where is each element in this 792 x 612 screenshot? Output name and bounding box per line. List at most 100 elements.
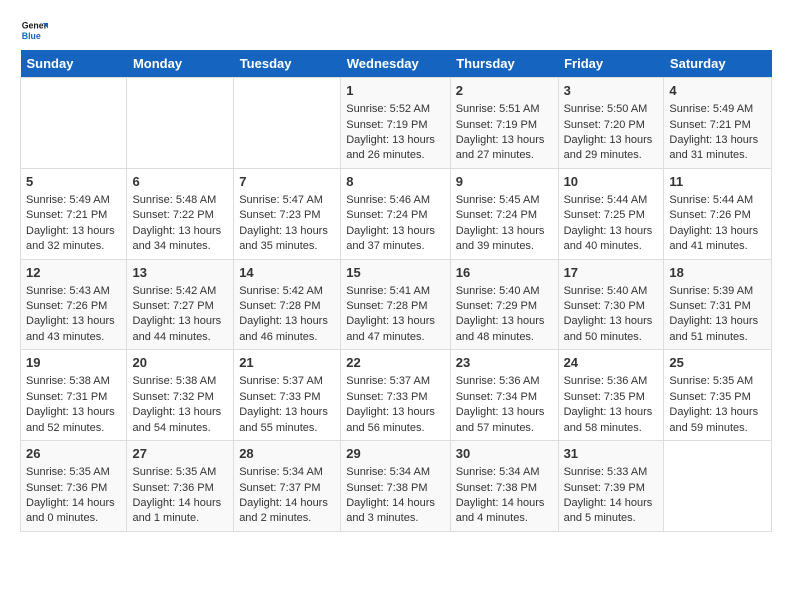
calendar-cell: 16Sunrise: 5:40 AMSunset: 7:29 PMDayligh…	[450, 259, 558, 350]
day-number: 12	[26, 264, 121, 282]
calendar-cell: 19Sunrise: 5:38 AMSunset: 7:31 PMDayligh…	[21, 350, 127, 441]
logo: General Blue	[20, 16, 48, 44]
cell-content: Daylight: 13 hours and 59 minutes.	[669, 405, 766, 436]
day-number: 4	[669, 82, 766, 100]
calendar-cell: 18Sunrise: 5:39 AMSunset: 7:31 PMDayligh…	[664, 259, 772, 350]
calendar-cell: 31Sunrise: 5:33 AMSunset: 7:39 PMDayligh…	[558, 441, 664, 532]
cell-content: Sunset: 7:33 PM	[346, 390, 444, 405]
cell-content: Sunset: 7:26 PM	[669, 208, 766, 223]
cell-content: Daylight: 13 hours and 39 minutes.	[456, 224, 553, 255]
cell-content: Sunset: 7:35 PM	[564, 390, 659, 405]
calendar-cell: 7Sunrise: 5:47 AMSunset: 7:23 PMDaylight…	[234, 168, 341, 259]
day-number: 23	[456, 354, 553, 372]
cell-content: Daylight: 14 hours and 3 minutes.	[346, 496, 444, 527]
calendar-cell: 23Sunrise: 5:36 AMSunset: 7:34 PMDayligh…	[450, 350, 558, 441]
cell-content: Daylight: 13 hours and 56 minutes.	[346, 405, 444, 436]
cell-content: Daylight: 13 hours and 43 minutes.	[26, 314, 121, 345]
calendar-cell: 4Sunrise: 5:49 AMSunset: 7:21 PMDaylight…	[664, 78, 772, 169]
cell-content: Sunset: 7:24 PM	[346, 208, 444, 223]
calendar-table: SundayMondayTuesdayWednesdayThursdayFrid…	[20, 50, 772, 532]
calendar-cell: 6Sunrise: 5:48 AMSunset: 7:22 PMDaylight…	[127, 168, 234, 259]
svg-text:Blue: Blue	[22, 31, 41, 41]
cell-content: Sunrise: 5:35 AM	[669, 374, 766, 389]
calendar-cell: 28Sunrise: 5:34 AMSunset: 7:37 PMDayligh…	[234, 441, 341, 532]
logo-icon: General Blue	[20, 16, 48, 44]
cell-content: Sunrise: 5:33 AM	[564, 465, 659, 480]
cell-content: Sunrise: 5:49 AM	[26, 193, 121, 208]
cell-content: Daylight: 13 hours and 55 minutes.	[239, 405, 335, 436]
day-number: 21	[239, 354, 335, 372]
cell-content: Sunrise: 5:44 AM	[669, 193, 766, 208]
cell-content: Sunset: 7:24 PM	[456, 208, 553, 223]
cell-content: Sunset: 7:38 PM	[346, 481, 444, 496]
cell-content: Daylight: 13 hours and 29 minutes.	[564, 133, 659, 164]
day-number: 15	[346, 264, 444, 282]
calendar-cell: 21 Sunrise: 5:37 AMSunset: 7:33 PMDayligh…	[234, 350, 341, 441]
calendar-cell	[664, 441, 772, 532]
day-number: 28	[239, 445, 335, 463]
svg-text:General: General	[22, 20, 48, 30]
calendar-cell: 2Sunrise: 5:51 AMSunset: 7:19 PMDaylight…	[450, 78, 558, 169]
day-number: 5	[26, 173, 121, 191]
day-header-monday: Monday	[127, 50, 234, 78]
cell-content: Sunrise: 5:47 AM	[239, 193, 335, 208]
cell-content: Sunset: 7:35 PM	[669, 390, 766, 405]
calendar-cell: 25Sunrise: 5:35 AMSunset: 7:35 PMDayligh…	[664, 350, 772, 441]
cell-content: Sunset: 7:31 PM	[26, 390, 121, 405]
cell-content: Sunrise: 5:44 AM	[564, 193, 659, 208]
cell-content: Daylight: 14 hours and 2 minutes.	[239, 496, 335, 527]
cell-content: Daylight: 14 hours and 5 minutes.	[564, 496, 659, 527]
calendar-cell: 24Sunrise: 5:36 AMSunset: 7:35 PMDayligh…	[558, 350, 664, 441]
cell-content: Sunset: 7:28 PM	[239, 299, 335, 314]
cell-content: Sunrise: 5:34 AM	[346, 465, 444, 480]
day-number: 7	[239, 173, 335, 191]
cell-content: Daylight: 13 hours and 58 minutes.	[564, 405, 659, 436]
cell-content: Sunset: 7:22 PM	[132, 208, 228, 223]
cell-content: Daylight: 13 hours and 44 minutes.	[132, 314, 228, 345]
day-header-wednesday: Wednesday	[341, 50, 450, 78]
cell-content: Sunset: 7:39 PM	[564, 481, 659, 496]
day-header-sunday: Sunday	[21, 50, 127, 78]
calendar-cell: 9Sunrise: 5:45 AMSunset: 7:24 PMDaylight…	[450, 168, 558, 259]
day-number: 29	[346, 445, 444, 463]
cell-content: Daylight: 13 hours and 52 minutes.	[26, 405, 121, 436]
cell-content: Sunset: 7:34 PM	[456, 390, 553, 405]
calendar-cell: 10Sunrise: 5:44 AMSunset: 7:25 PMDayligh…	[558, 168, 664, 259]
cell-content: Sunrise: 5:35 AM	[132, 465, 228, 480]
cell-content: Sunset: 7:26 PM	[26, 299, 121, 314]
cell-content: Sunrise: 5:34 AM	[239, 465, 335, 480]
calendar-cell: 8Sunrise: 5:46 AMSunset: 7:24 PMDaylight…	[341, 168, 450, 259]
cell-content: Daylight: 13 hours and 41 minutes.	[669, 224, 766, 255]
cell-content: Sunrise: 5:49 AM	[669, 102, 766, 117]
calendar-cell: 22Sunrise: 5:37 AMSunset: 7:33 PMDayligh…	[341, 350, 450, 441]
calendar-cell	[127, 78, 234, 169]
cell-content: Sunrise: 5:40 AM	[564, 284, 659, 299]
cell-content: Sunset: 7:33 PM	[239, 390, 335, 405]
calendar-cell: 29 Sunrise: 5:34 AMSunset: 7:38 PMDayligh…	[341, 441, 450, 532]
cell-content: Sunset: 7:25 PM	[564, 208, 659, 223]
cell-content: Daylight: 14 hours and 4 minutes.	[456, 496, 553, 527]
cell-content: Sunrise: 5:34 AM	[456, 465, 553, 480]
cell-content: Sunrise: 5:48 AM	[132, 193, 228, 208]
day-number: 11	[669, 173, 766, 191]
day-number: 3	[564, 82, 659, 100]
day-number: 16	[456, 264, 553, 282]
cell-content: Sunset: 7:28 PM	[346, 299, 444, 314]
cell-content: Sunrise: 5:36 AM	[564, 374, 659, 389]
cell-content: Daylight: 13 hours and 32 minutes.	[26, 224, 121, 255]
cell-content: Daylight: 13 hours and 37 minutes.	[346, 224, 444, 255]
day-number: 27	[132, 445, 228, 463]
calendar-cell: 11 Sunrise: 5:44 AMSunset: 7:26 PMDayligh…	[664, 168, 772, 259]
header: General Blue	[20, 16, 772, 44]
cell-content: Sunrise: 5:40 AM	[456, 284, 553, 299]
day-header-thursday: Thursday	[450, 50, 558, 78]
calendar-cell: 20Sunrise: 5:38 AMSunset: 7:32 PMDayligh…	[127, 350, 234, 441]
cell-content: Sunset: 7:19 PM	[456, 118, 553, 133]
cell-content: Sunrise: 5:52 AM	[346, 102, 444, 117]
calendar-cell: 5Sunrise: 5:49 AMSunset: 7:21 PMDaylight…	[21, 168, 127, 259]
calendar-cell	[21, 78, 127, 169]
cell-content: Sunset: 7:20 PM	[564, 118, 659, 133]
cell-content: Sunrise: 5:37 AM	[239, 374, 335, 389]
day-number: 9	[456, 173, 553, 191]
cell-content: Sunrise: 5:42 AM	[132, 284, 228, 299]
